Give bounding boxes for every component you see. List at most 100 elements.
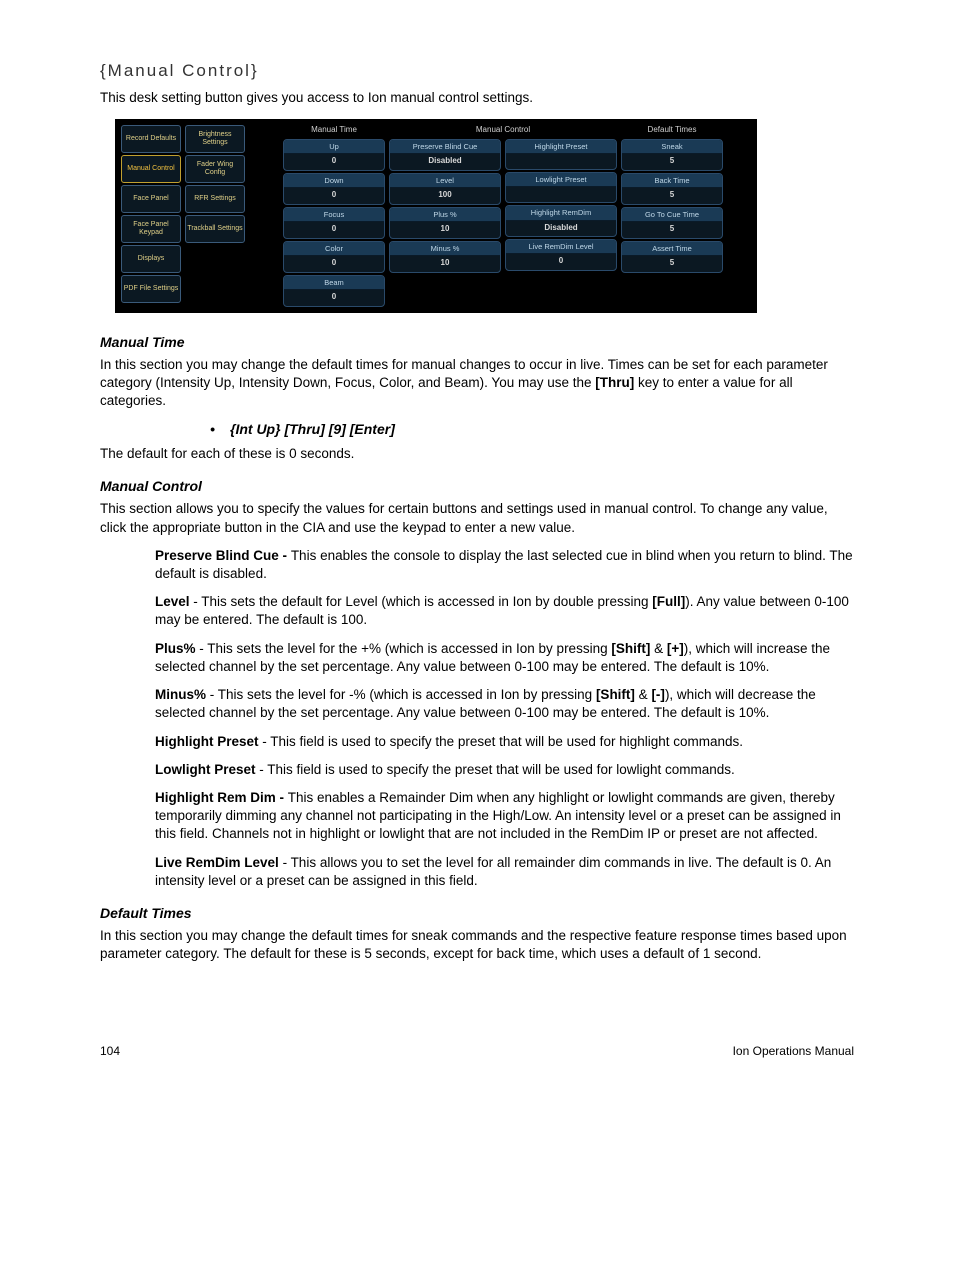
definition-item: Highlight Preset - This field is used to… bbox=[155, 733, 854, 751]
settings-tab[interactable]: PDF File Settings bbox=[121, 275, 181, 303]
para-manual-time-2: The default for each of these is 0 secon… bbox=[100, 445, 854, 463]
cell-value: 10 bbox=[390, 222, 500, 238]
cell-label: Color bbox=[284, 242, 384, 256]
page-number: 104 bbox=[100, 1043, 120, 1059]
intro-text: This desk setting button gives you acces… bbox=[100, 89, 854, 107]
cell-label: Highlight Preset bbox=[506, 140, 616, 154]
setting-cell[interactable]: Down0 bbox=[283, 173, 385, 205]
cell-label: Sneak bbox=[622, 140, 722, 154]
default-times-column: Default Times Sneak5Back Time5Go To Cue … bbox=[621, 125, 723, 307]
settings-tab[interactable]: Trackball Settings bbox=[185, 215, 245, 243]
definition-text: - This sets the default for Level (which… bbox=[155, 594, 849, 627]
definition-term: Preserve Blind Cue - bbox=[155, 548, 291, 563]
cell-value: 0 bbox=[284, 256, 384, 272]
setting-cell[interactable]: Sneak5 bbox=[621, 139, 723, 171]
definition-term: Lowlight Preset bbox=[155, 762, 256, 777]
cell-label: Live RemDim Level bbox=[506, 240, 616, 254]
definition-item: Lowlight Preset - This field is used to … bbox=[155, 761, 854, 779]
cell-label: Focus bbox=[284, 208, 384, 222]
setting-cell[interactable]: Assert Time5 bbox=[621, 241, 723, 273]
definition-item: Minus% - This sets the level for -% (whi… bbox=[155, 686, 854, 722]
setting-cell[interactable]: Go To Cue Time5 bbox=[621, 207, 723, 239]
definition-term: Plus% bbox=[155, 641, 196, 656]
para-default-times: In this section you may change the defau… bbox=[100, 927, 854, 963]
setting-cell[interactable]: Back Time5 bbox=[621, 173, 723, 205]
definition-text: - This field is used to specify the pres… bbox=[259, 734, 744, 749]
definition-term: Minus% bbox=[155, 687, 206, 702]
definition-text: - This field is used to specify the pres… bbox=[256, 762, 735, 777]
cell-value: 5 bbox=[622, 188, 722, 204]
cell-label: Plus % bbox=[390, 208, 500, 222]
definition-item: Level - This sets the default for Level … bbox=[155, 593, 854, 629]
definition-text: - This sets the level for the +% (which … bbox=[155, 641, 830, 674]
cell-value: 5 bbox=[622, 256, 722, 272]
col-head-manual-time: Manual Time bbox=[283, 125, 385, 135]
cell-value: 0 bbox=[284, 188, 384, 204]
settings-tab[interactable]: Record Defaults bbox=[121, 125, 181, 153]
setting-cell[interactable]: Beam0 bbox=[283, 275, 385, 307]
page-footer: 104 Ion Operations Manual bbox=[100, 1043, 854, 1059]
page-title: {Manual Control} bbox=[100, 60, 854, 83]
subhead-default-times: Default Times bbox=[100, 904, 854, 923]
cell-value: 0 bbox=[284, 154, 384, 170]
definition-term: Highlight Preset bbox=[155, 734, 259, 749]
cell-label: Beam bbox=[284, 276, 384, 290]
setting-cell[interactable]: Highlight Preset bbox=[505, 139, 617, 170]
col-head-manual-control: Manual Control bbox=[389, 125, 617, 135]
col-head-default-times: Default Times bbox=[621, 125, 723, 135]
cell-value: 10 bbox=[390, 256, 500, 272]
cell-value: 5 bbox=[622, 222, 722, 238]
cell-value bbox=[506, 154, 616, 169]
settings-tab[interactable]: Fader Wing Config bbox=[185, 155, 245, 183]
setting-cell[interactable]: Minus %10 bbox=[389, 241, 501, 273]
bullet-example: •{Int Up} [Thru] [9] [Enter] bbox=[210, 420, 854, 439]
setting-cell[interactable]: Plus %10 bbox=[389, 207, 501, 239]
settings-tab[interactable]: Displays bbox=[121, 245, 181, 273]
settings-screenshot: Record DefaultsManual ControlFace PanelF… bbox=[115, 119, 757, 313]
setting-cell[interactable]: Color0 bbox=[283, 241, 385, 273]
settings-tab[interactable]: Manual Control bbox=[121, 155, 181, 183]
bullet-text: {Int Up} [Thru] [9] [Enter] bbox=[230, 421, 395, 437]
setting-cell[interactable]: Level100 bbox=[389, 173, 501, 205]
cell-label: Level bbox=[390, 174, 500, 188]
para-manual-control: This section allows you to specify the v… bbox=[100, 500, 854, 536]
cell-label: Minus % bbox=[390, 242, 500, 256]
manual-control-column: Manual Control Preserve Blind CueDisable… bbox=[389, 125, 617, 307]
definition-term: Live RemDim Level bbox=[155, 855, 279, 870]
cell-value: 0 bbox=[506, 254, 616, 270]
setting-cell[interactable]: Focus0 bbox=[283, 207, 385, 239]
cell-label: Assert Time bbox=[622, 242, 722, 256]
cell-value: Disabled bbox=[506, 221, 616, 237]
setting-cell[interactable]: Live RemDim Level0 bbox=[505, 239, 617, 271]
tab-column-right: Brightness SettingsFader Wing ConfigRFR … bbox=[185, 125, 245, 307]
settings-tab[interactable]: Face Panel Keypad bbox=[121, 215, 181, 243]
definition-item: Highlight Rem Dim - This enables a Remai… bbox=[155, 789, 854, 844]
definition-term: Highlight Rem Dim - bbox=[155, 790, 288, 805]
cell-value: 0 bbox=[284, 222, 384, 238]
subhead-manual-control: Manual Control bbox=[100, 477, 854, 496]
definition-item: Live RemDim Level - This allows you to s… bbox=[155, 854, 854, 890]
setting-cell[interactable]: Highlight RemDimDisabled bbox=[505, 205, 617, 237]
cell-label: Up bbox=[284, 140, 384, 154]
cell-value: Disabled bbox=[390, 154, 500, 170]
setting-cell[interactable]: Lowlight Preset bbox=[505, 172, 617, 203]
cell-value: 100 bbox=[390, 188, 500, 204]
subhead-manual-time: Manual Time bbox=[100, 333, 854, 352]
settings-tab[interactable]: Brightness Settings bbox=[185, 125, 245, 153]
para-manual-time: In this section you may change the defau… bbox=[100, 356, 854, 411]
tab-column-left: Record DefaultsManual ControlFace PanelF… bbox=[121, 125, 181, 307]
cell-value: 5 bbox=[622, 154, 722, 170]
settings-tab[interactable]: RFR Settings bbox=[185, 185, 245, 213]
cell-label: Highlight RemDim bbox=[506, 206, 616, 220]
definition-item: Plus% - This sets the level for the +% (… bbox=[155, 640, 854, 676]
cell-label: Down bbox=[284, 174, 384, 188]
cell-label: Go To Cue Time bbox=[622, 208, 722, 222]
setting-cell[interactable]: Up0 bbox=[283, 139, 385, 171]
settings-tab[interactable]: Face Panel bbox=[121, 185, 181, 213]
setting-cell[interactable]: Preserve Blind CueDisabled bbox=[389, 139, 501, 171]
definition-text: - This sets the level for -% (which is a… bbox=[155, 687, 816, 720]
cell-value: 0 bbox=[284, 290, 384, 306]
cell-value bbox=[506, 187, 616, 202]
definition-item: Preserve Blind Cue - This enables the co… bbox=[155, 547, 854, 583]
manual-name: Ion Operations Manual bbox=[733, 1043, 854, 1059]
